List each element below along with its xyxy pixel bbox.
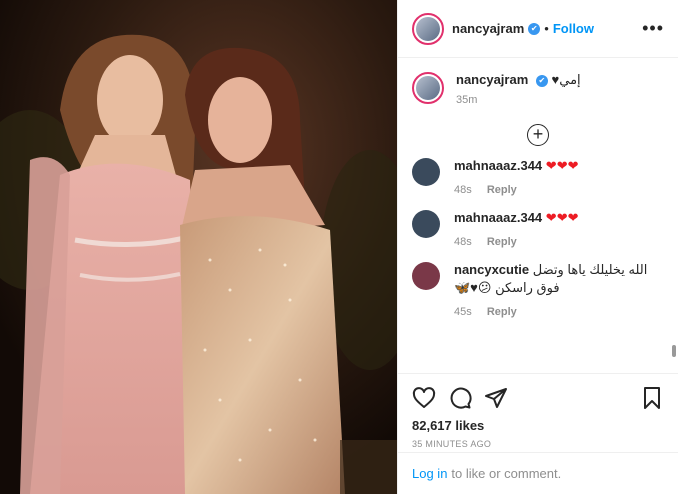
verified-badge-icon: ✔ [535,74,548,87]
comments-scrollbar[interactable] [672,345,676,357]
posted-time[interactable]: 35 MINUTES AGO [412,439,664,449]
comment-time[interactable]: 48s [454,236,472,248]
share-icon[interactable] [484,386,508,410]
photo-illustration [0,0,397,494]
comment-text-line1: الله يخليلك ياها وتضل [532,262,648,277]
post-actions: 82,617 likes 35 MINUTES AGO [398,373,678,449]
post-details-panel: nancyajram ✔ • Follow ••• nancyajram ✔ إ… [397,0,678,494]
comment-icon[interactable] [448,386,472,410]
login-prompt: Log in to like or comment. [398,452,678,494]
login-prompt-text: to like or comment. [451,466,562,481]
separator-dot: • [544,21,549,36]
author-username[interactable]: nancyajram [452,21,524,36]
add-circle-icon[interactable]: + [527,124,549,146]
caption-avatar[interactable] [412,72,444,104]
comment-username[interactable]: mahnaaaz.344 [454,210,542,225]
post-photo[interactable] [0,0,397,494]
comment-text-line2: فوق راسكن 😕♥🦋 [454,280,560,295]
bookmark-icon[interactable] [640,386,664,410]
comment-username[interactable]: mahnaaaz.344 [454,158,542,173]
post-dialog: nancyajram ✔ • Follow ••• nancyajram ✔ إ… [0,0,678,494]
post-header: nancyajram ✔ • Follow ••• [398,0,678,58]
reply-button[interactable]: Reply [487,236,517,248]
author-avatar[interactable] [412,12,444,45]
comment-item: mahnaaaz.344 ❤❤❤ 48s Reply [412,210,664,248]
comments-section[interactable]: nancyajram ✔ إمي♥ 35m + mahnaaaz.344 ❤❤❤ [398,58,678,373]
comment-text: ❤❤❤ [545,158,579,173]
commenter-avatar[interactable] [412,210,440,238]
commenter-avatar[interactable] [412,262,440,290]
comment-item: nancyxcutie الله يخليلك ياها وتضل فوق را… [412,262,664,318]
load-more-comments: + [412,124,664,146]
login-link[interactable]: Log in [412,466,447,481]
commenter-avatar[interactable] [412,158,440,186]
comment-text: ❤❤❤ [545,210,579,225]
post-caption: nancyajram ✔ إمي♥ 35m [412,72,664,106]
reply-button[interactable]: Reply [487,306,517,318]
comment-item: mahnaaaz.344 ❤❤❤ 48s Reply [412,158,664,196]
comment-time[interactable]: 48s [454,184,472,196]
more-icon[interactable]: ••• [642,18,664,39]
reply-button[interactable]: Reply [487,184,517,196]
caption-username[interactable]: nancyajram [456,72,528,87]
comment-username[interactable]: nancyxcutie [454,262,529,277]
likes-count[interactable]: 82,617 likes [412,418,664,433]
caption-time[interactable]: 35m [456,94,581,106]
comment-time[interactable]: 45s [454,306,472,318]
follow-button[interactable]: Follow [553,21,594,36]
verified-badge-icon: ✔ [528,22,541,35]
heart-icon[interactable] [412,386,436,410]
caption-text: إمي♥ [551,72,581,87]
